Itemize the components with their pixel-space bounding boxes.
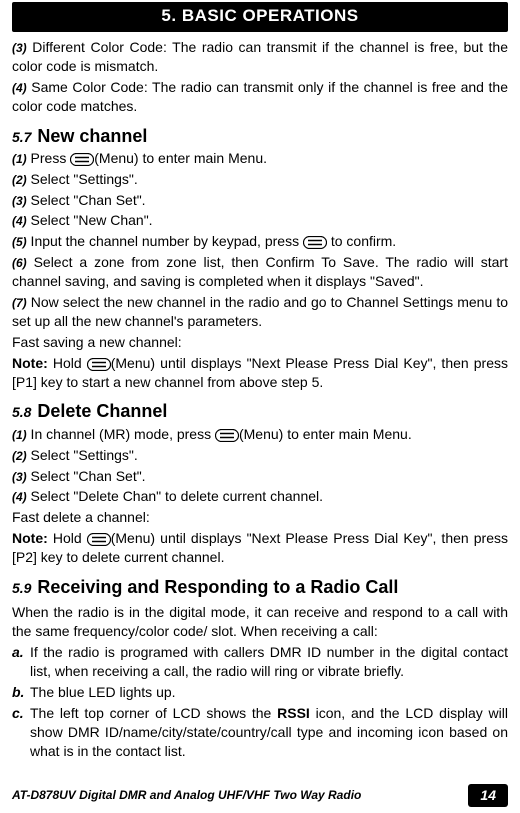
sec59-item-b: b. The blue LED lights up.: [12, 683, 508, 704]
step-number: (6): [12, 256, 27, 270]
intro-step-4: (4) Same Color Code: The radio can trans…: [12, 78, 508, 116]
section-number: 5.8: [12, 404, 31, 420]
step-text: (Menu) to enter main Menu.: [94, 150, 267, 166]
list-letter: a.: [12, 644, 24, 660]
section-5-9-header: 5.9 Receiving and Responding to a Radio …: [12, 575, 508, 599]
intro-step-3: (3) Different Color Code: The radio can …: [12, 38, 508, 76]
menu-icon: [87, 533, 111, 546]
step-text: In channel (MR) mode, press: [27, 426, 215, 442]
sec57-step-5: (5) Input the channel number by keypad, …: [12, 232, 508, 251]
page-number: 14: [468, 784, 508, 807]
step-text: to confirm.: [327, 233, 396, 249]
sec58-step-4: (4) Select "Delete Chan" to delete curre…: [12, 487, 508, 506]
sec57-note: Note: Hold (Menu) until displays "Next P…: [12, 354, 508, 392]
step-number: (3): [12, 470, 27, 484]
step-number: (1): [12, 152, 27, 166]
section-5-8-header: 5.8 Delete Channel: [12, 399, 508, 423]
footer-model-text: AT-D878UV Digital DMR and Analog UHF/VHF…: [12, 787, 361, 803]
list-text: The blue LED lights up.: [30, 683, 508, 702]
sec58-note: Note: Hold (Menu) until displays "Next P…: [12, 529, 508, 567]
step-number: (4): [12, 81, 27, 95]
menu-icon: [87, 358, 111, 371]
section-title: Receiving and Responding to a Radio Call: [37, 577, 398, 597]
section-number: 5.7: [12, 129, 31, 145]
list-text-part: The left top corner of LCD shows the: [30, 705, 277, 721]
step-text: Select "Delete Chan" to delete current c…: [27, 488, 323, 504]
step-text: Same Color Code: The radio can transmit …: [12, 79, 508, 114]
sec58-step-3: (3) Select "Chan Set".: [12, 467, 508, 486]
section-number: 5.9: [12, 580, 31, 596]
sec58-step-2: (2) Select "Settings".: [12, 446, 508, 465]
step-number: (2): [12, 173, 27, 187]
step-text: Now select the new channel in the radio …: [12, 294, 508, 329]
list-letter: c.: [12, 705, 24, 721]
step-text: (Menu) to enter main Menu.: [239, 426, 412, 442]
page-footer: AT-D878UV Digital DMR and Analog UHF/VHF…: [12, 784, 508, 807]
note-text: Hold: [48, 530, 87, 546]
step-text: Select a zone from zone list, then Confi…: [12, 254, 508, 289]
sec57-fast-label: Fast saving a new channel:: [12, 333, 508, 352]
sec57-step-3: (3) Select "Chan Set".: [12, 191, 508, 210]
sec59-intro: When the radio is in the digital mode, i…: [12, 603, 508, 641]
step-text: Select "Settings".: [27, 171, 138, 187]
sec59-item-a: a. If the radio is programed with caller…: [12, 643, 508, 683]
sec59-item-c: c. The left top corner of LCD shows the …: [12, 704, 508, 763]
section-title: Delete Channel: [37, 401, 167, 421]
step-text: Different Color Code: The radio can tran…: [12, 39, 508, 74]
step-text: Select "Chan Set".: [27, 468, 146, 484]
step-text: Input the channel number by keypad, pres…: [27, 233, 303, 249]
menu-icon: [70, 153, 94, 166]
chapter-banner: 5. BASIC OPERATIONS: [12, 2, 508, 32]
sec57-step-4: (4) Select "New Chan".: [12, 211, 508, 230]
sec57-step-1: (1) Press (Menu) to enter main Menu.: [12, 149, 508, 168]
list-letter: b.: [12, 684, 24, 700]
step-number: (3): [12, 41, 27, 55]
step-number: (1): [12, 428, 27, 442]
section-5-7-header: 5.7 New channel: [12, 124, 508, 148]
note-text: Hold: [48, 355, 87, 371]
list-text: The left top corner of LCD shows the RSS…: [30, 704, 508, 761]
step-number: (7): [12, 296, 27, 310]
note-label: Note:: [12, 530, 48, 546]
step-number: (4): [12, 490, 27, 504]
sec57-step-6: (6) Select a zone from zone list, then C…: [12, 253, 508, 291]
sec58-fast-label: Fast delete a channel:: [12, 508, 508, 527]
step-number: (4): [12, 214, 27, 228]
menu-icon: [215, 429, 239, 442]
step-text: Select "Chan Set".: [27, 192, 146, 208]
step-number: (2): [12, 449, 27, 463]
sec58-step-1: (1) In channel (MR) mode, press (Menu) t…: [12, 425, 508, 444]
rssi-label: RSSI: [277, 705, 310, 721]
menu-icon: [303, 236, 327, 249]
step-number: (3): [12, 194, 27, 208]
sec57-step-2: (2) Select "Settings".: [12, 170, 508, 189]
section-title: New channel: [37, 126, 147, 146]
step-number: (5): [12, 235, 27, 249]
step-text: Select "Settings".: [27, 447, 138, 463]
sec57-step-7: (7) Now select the new channel in the ra…: [12, 293, 508, 331]
note-label: Note:: [12, 355, 48, 371]
step-text: Press: [27, 150, 71, 166]
list-text: If the radio is programed with callers D…: [30, 643, 508, 681]
step-text: Select "New Chan".: [27, 212, 153, 228]
